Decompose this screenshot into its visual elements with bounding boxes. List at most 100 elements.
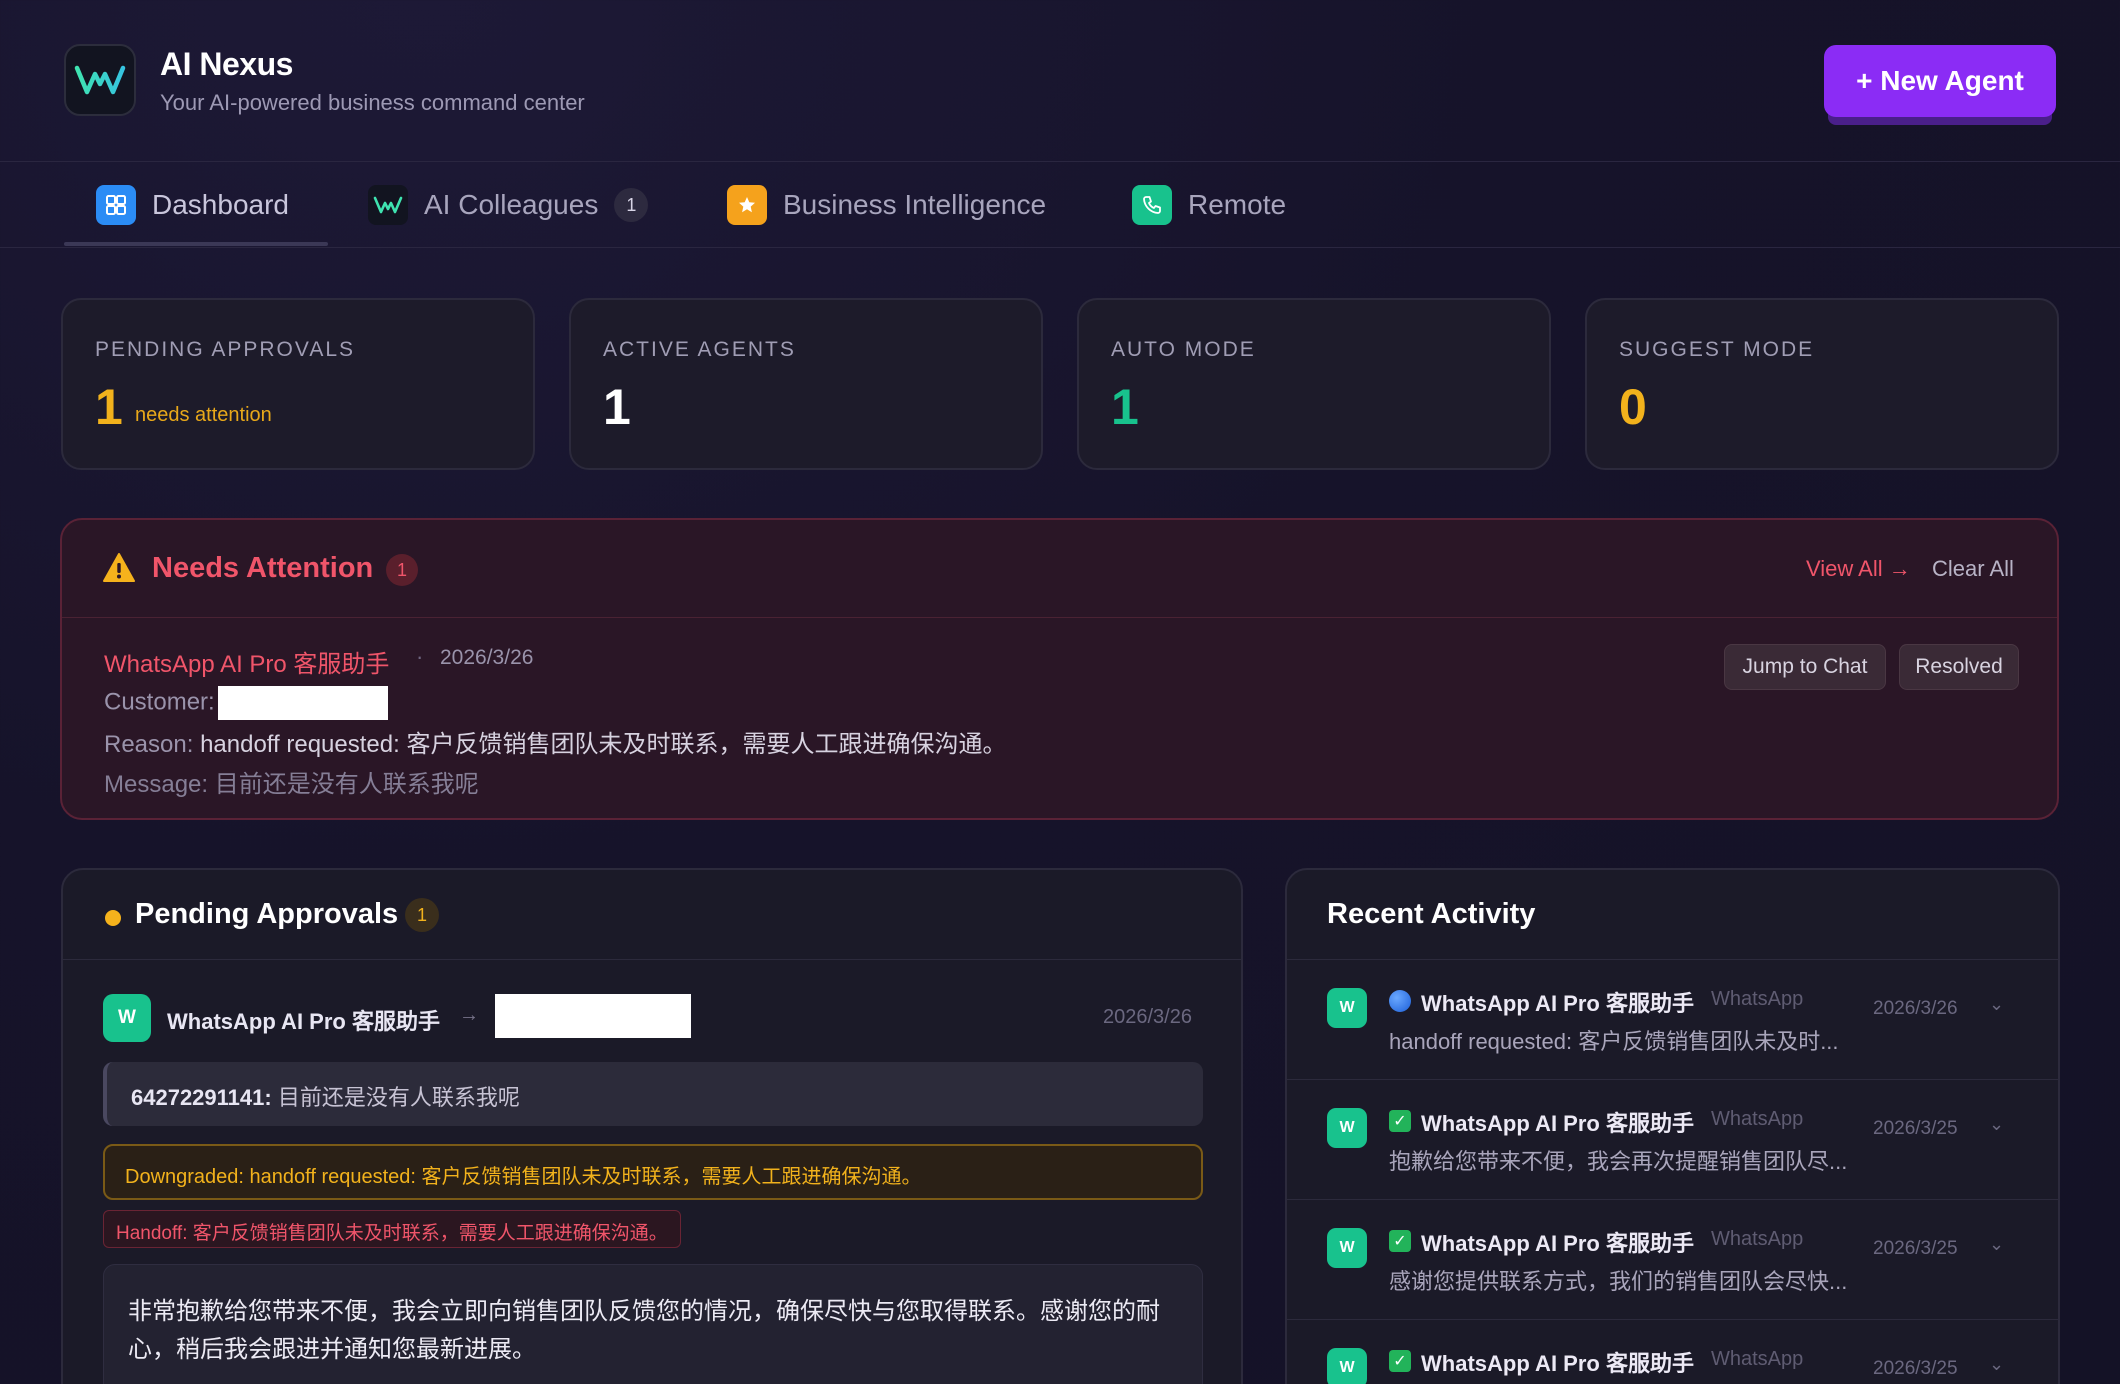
- activity-agent-name: WhatsApp AI Pro 客服助手: [1421, 991, 1694, 1016]
- handoff-tag: Handoff: 客户反馈销售团队未及时联系，需要人工跟进确保沟通。: [103, 1210, 681, 1248]
- attention-date: 2026/3/26: [440, 646, 534, 669]
- app-title: AI Nexus: [160, 46, 293, 82]
- recent-activity-title: Recent Activity: [1327, 898, 1536, 930]
- view-all-link[interactable]: View All →: [1806, 556, 1911, 582]
- separator-dot: ·: [416, 644, 424, 669]
- check-icon: ✓: [1389, 1230, 1411, 1252]
- needs-attention-panel: Needs Attention 1 View All → Clear All W…: [60, 518, 2059, 820]
- attention-agent-name[interactable]: WhatsApp AI Pro 客服助手: [104, 644, 389, 679]
- tab-label: AI Colleagues: [424, 189, 599, 220]
- tab-ai-colleagues[interactable]: AI Colleagues 1: [368, 162, 649, 248]
- star-icon: [727, 185, 767, 225]
- check-icon: ✓: [1389, 1350, 1411, 1372]
- phone-icon: [1132, 185, 1172, 225]
- suggested-reply[interactable]: 非常抱歉给您带来不便，我会立即向销售团队反馈您的情况，确保尽快与您取得联系。感谢…: [103, 1264, 1203, 1384]
- activity-summary: handoff requested: 客户反馈销售团队未及时...: [1389, 1029, 1839, 1054]
- stat-card-pending-approvals: PENDING APPROVALS 1 needs attention: [61, 298, 535, 470]
- message-sender: 64272291141:: [131, 1085, 272, 1110]
- jump-to-chat-button[interactable]: Jump to Chat: [1724, 644, 1886, 690]
- stat-card-suggest-mode: SUGGEST MODE 0: [1585, 298, 2059, 470]
- tab-remote[interactable]: Remote: [1132, 162, 1286, 248]
- agent-avatar: W: [1327, 1348, 1367, 1384]
- activity-channel: WhatsApp: [1711, 1108, 1804, 1130]
- reason-label: Reason:: [104, 731, 194, 758]
- redacted-recipient-block: [495, 994, 691, 1038]
- stat-value: 1: [603, 379, 631, 435]
- stat-card-auto-mode: AUTO MODE 1: [1077, 298, 1551, 470]
- grid-icon: [96, 185, 136, 225]
- activity-channel: WhatsApp: [1711, 988, 1804, 1010]
- attention-reason: Reason: handoff requested: 客户反馈销售团队未及时联系…: [104, 724, 1006, 759]
- activity-item[interactable]: W WhatsApp AI Pro 客服助手 WhatsApp 2026/3/2…: [1287, 960, 2058, 1080]
- activity-item[interactable]: W ✓ WhatsApp AI Pro 客服助手 WhatsApp 2026/3…: [1287, 1320, 2058, 1384]
- main-tabs: Dashboard AI Colleagues 1 Business Intel…: [0, 162, 2120, 248]
- resolved-button[interactable]: Resolved: [1899, 644, 2019, 690]
- wave-logo-icon: [64, 44, 136, 116]
- agent-avatar: W: [1327, 1108, 1367, 1148]
- reason-text: handoff requested: 客户反馈销售团队未及时联系，需要人工跟进确…: [200, 731, 1007, 758]
- tab-label: Dashboard: [152, 189, 289, 220]
- attention-customer: Customer:: [104, 686, 388, 720]
- message-text: 目前还是没有人联系我呢: [214, 771, 479, 798]
- activity-summary: 抱歉给您带来不便，我会再次提醒销售团队尽...: [1389, 1149, 1848, 1174]
- stat-label: AUTO MODE: [1111, 338, 1256, 361]
- blue-circle-icon: [1389, 990, 1411, 1012]
- new-agent-button[interactable]: + New Agent: [1824, 45, 2056, 117]
- active-tab-indicator: [64, 242, 328, 246]
- activity-agent-name: WhatsApp AI Pro 客服助手: [1421, 1351, 1694, 1376]
- chevron-down-icon[interactable]: ⌄: [1989, 994, 2004, 1015]
- pending-count-badge: 1: [405, 898, 439, 932]
- pending-approvals-panel: Pending Approvals 1 W WhatsApp AI Pro 客服…: [61, 868, 1243, 1384]
- chevron-down-icon[interactable]: ⌄: [1989, 1354, 2004, 1375]
- redacted-customer-block: [217, 686, 388, 720]
- message-label: Message:: [104, 771, 209, 798]
- recent-activity-header: Recent Activity: [1287, 870, 2058, 960]
- activity-agent-name: WhatsApp AI Pro 客服助手: [1421, 1231, 1694, 1256]
- stat-label: ACTIVE AGENTS: [603, 338, 796, 361]
- tab-label: Business Intelligence: [783, 189, 1047, 220]
- activity-item[interactable]: W ✓ WhatsApp AI Pro 客服助手 WhatsApp 2026/3…: [1287, 1080, 2058, 1200]
- wave-icon: [368, 185, 408, 225]
- agent-avatar: W: [103, 994, 151, 1042]
- activity-channel: WhatsApp: [1711, 1348, 1804, 1370]
- recent-activity-panel: Recent Activity W WhatsApp AI Pro 客服助手 W…: [1285, 868, 2060, 1384]
- tab-dashboard[interactable]: Dashboard: [96, 162, 289, 248]
- customer-label: Customer:: [104, 688, 215, 716]
- customer-message: 64272291141: 目前还是没有人联系我呢: [103, 1062, 1203, 1126]
- attention-message: Message: 目前还是没有人联系我呢: [104, 764, 479, 799]
- chevron-down-icon[interactable]: ⌄: [1989, 1234, 2004, 1255]
- tab-business-intelligence[interactable]: Business Intelligence: [727, 162, 1046, 248]
- clear-all-link[interactable]: Clear All: [1932, 556, 2014, 582]
- stat-value: 0: [1619, 379, 1647, 435]
- message-body: 目前还是没有人联系我呢: [277, 1085, 520, 1110]
- pending-approvals-title: Pending Approvals: [135, 898, 399, 930]
- pending-date: 2026/3/26: [1103, 1006, 1192, 1028]
- app-subtitle: Your AI-powered business command center: [160, 90, 585, 115]
- activity-date: 2026/3/26: [1873, 998, 1958, 1019]
- stat-note: needs attention: [135, 404, 272, 426]
- stat-label: PENDING APPROVALS: [95, 338, 356, 361]
- tab-label: Remote: [1188, 189, 1287, 220]
- activity-date: 2026/3/25: [1873, 1358, 1958, 1379]
- attention-count-badge: 1: [386, 554, 418, 586]
- agent-avatar: W: [1327, 988, 1367, 1028]
- tab-count-badge: 1: [614, 188, 649, 222]
- chevron-down-icon[interactable]: ⌄: [1989, 1114, 2004, 1135]
- app-header: AI Nexus Your AI-powered business comman…: [0, 0, 2120, 162]
- check-icon: ✓: [1389, 1110, 1411, 1132]
- needs-attention-header: Needs Attention 1 View All → Clear All: [62, 520, 2057, 618]
- activity-item[interactable]: W ✓ WhatsApp AI Pro 客服助手 WhatsApp 2026/3…: [1287, 1200, 2058, 1320]
- pending-agent-name: WhatsApp AI Pro 客服助手: [167, 1009, 440, 1034]
- activity-summary: 感谢您提供联系方式，我们的销售团队会尽快...: [1389, 1269, 1848, 1294]
- needs-attention-title: Needs Attention: [152, 552, 374, 584]
- activity-date: 2026/3/25: [1873, 1118, 1958, 1139]
- agent-avatar: W: [1327, 1228, 1367, 1268]
- arrow-right-icon: →: [459, 1004, 479, 1026]
- stat-label: SUGGEST MODE: [1619, 338, 1815, 361]
- activity-date: 2026/3/25: [1873, 1238, 1958, 1259]
- warning-icon: [102, 552, 136, 589]
- stat-card-active-agents: ACTIVE AGENTS 1: [569, 298, 1043, 470]
- downgraded-notice: Downgraded: handoff requested: 客户反馈销售团队未…: [103, 1144, 1203, 1200]
- stat-value: 1: [1111, 379, 1139, 435]
- activity-channel: WhatsApp: [1711, 1228, 1804, 1250]
